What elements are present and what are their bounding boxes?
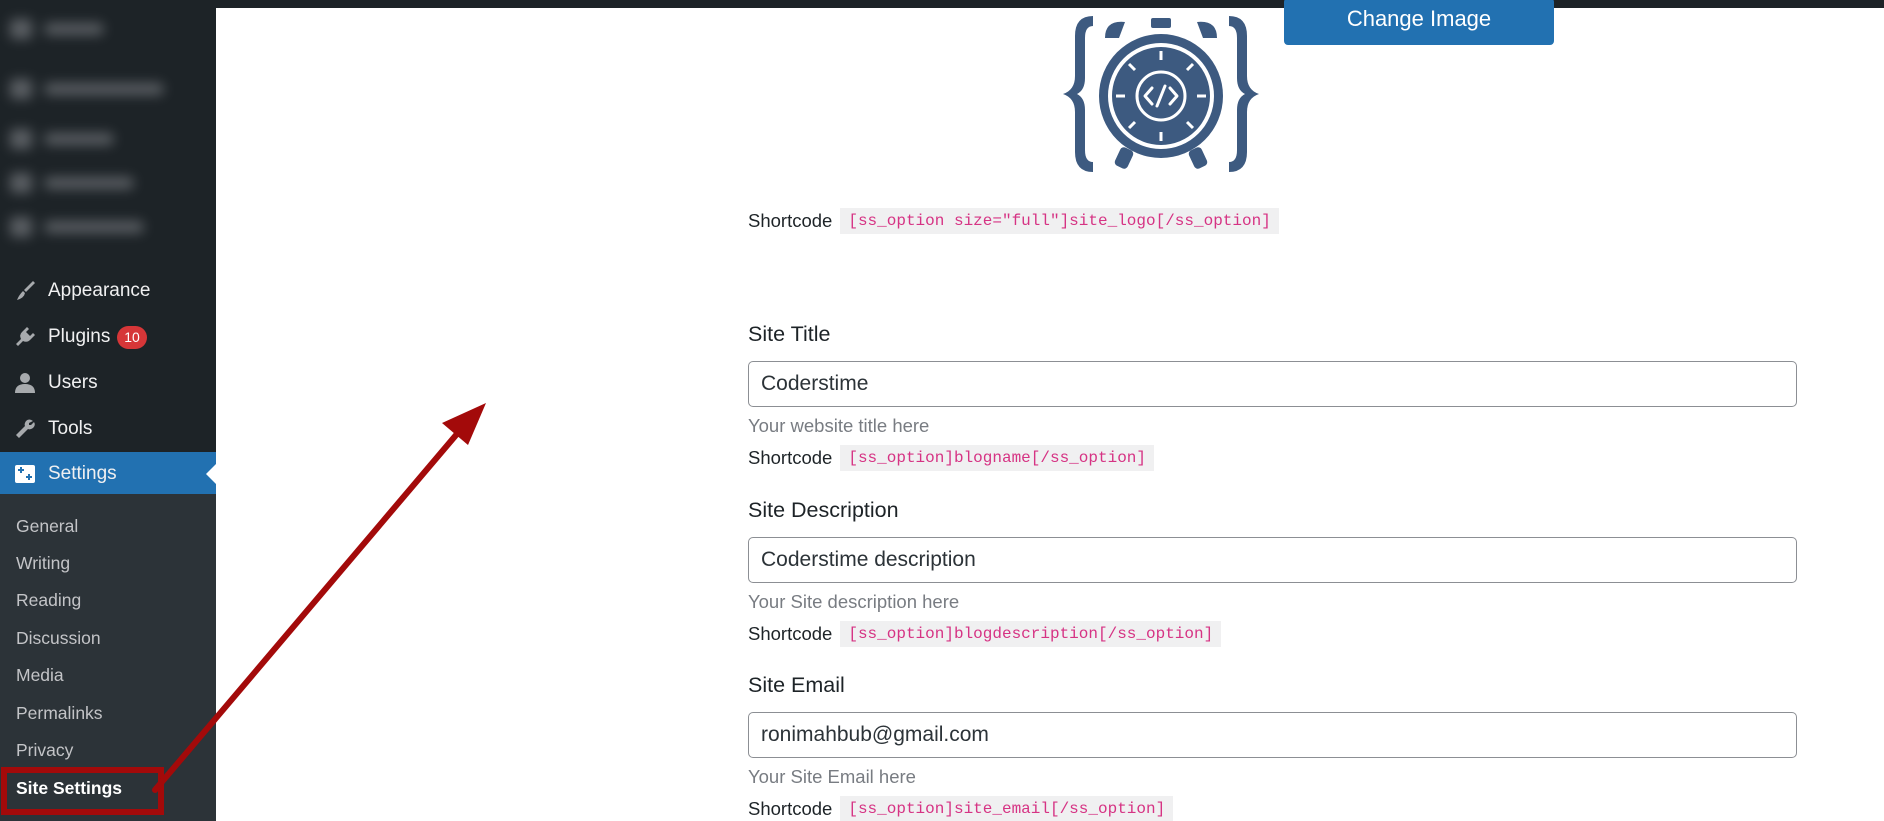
submenu-item-media[interactable]: Media (16, 665, 64, 686)
submenu-item-general[interactable]: General (16, 516, 78, 537)
shortcode-label: Shortcode (748, 447, 833, 468)
admin-top-bar (0, 0, 1884, 8)
submenu-item-privacy[interactable]: Privacy (16, 740, 73, 761)
shortcode-label: Shortcode (748, 623, 833, 644)
menu-label: Tools (48, 418, 93, 439)
site-logo-image (1063, 16, 1259, 172)
settings-sliders-icon (12, 461, 38, 487)
site-description-help: Your Site description here (748, 591, 960, 612)
site-email-shortcode: [ss_option]site_email[/ss_option] (840, 796, 1174, 821)
site-settings-panel: Change Image Shortcode [ss_option size="… (216, 0, 1884, 821)
site-email-help: Your Site Email here (748, 766, 916, 787)
admin-sidebar: Appearance Plugins 10 Users Tools Settin… (0, 0, 216, 821)
site-description-shortcode-row: Shortcode [ss_option]blogdescription[/ss… (748, 621, 1222, 647)
menu-label: Plugins (48, 326, 111, 347)
site-email-input[interactable] (748, 712, 1797, 758)
update-count-badge: 10 (117, 326, 147, 349)
menu-label: Appearance (48, 280, 151, 301)
menu-item-users[interactable]: Users (0, 361, 216, 405)
site-email-shortcode-row: Shortcode [ss_option]site_email[/ss_opti… (748, 796, 1174, 821)
site-title-label: Site Title (748, 322, 831, 346)
logo-shortcode: [ss_option size="full"]site_logo[/ss_opt… (840, 208, 1279, 234)
shortcode-label: Shortcode (748, 798, 833, 819)
site-email-label: Site Email (748, 673, 845, 697)
submenu-item-writing[interactable]: Writing (16, 553, 70, 574)
wrench-icon (12, 416, 38, 442)
paintbrush-icon (12, 278, 38, 304)
site-description-shortcode: [ss_option]blogdescription[/ss_option] (840, 621, 1222, 647)
site-title-shortcode-row: Shortcode [ss_option]blogname[/ss_option… (748, 445, 1154, 471)
site-title-help: Your website title here (748, 415, 930, 436)
menu-item-plugins[interactable]: Plugins 10 (0, 315, 216, 359)
site-title-input[interactable] (748, 361, 1797, 407)
site-title-shortcode: [ss_option]blogname[/ss_option] (840, 445, 1154, 471)
menu-item-settings[interactable]: Settings (0, 452, 216, 496)
change-image-button[interactable]: Change Image (1284, 0, 1554, 45)
site-description-input[interactable] (748, 537, 1797, 583)
shortcode-label: Shortcode (748, 210, 833, 231)
site-description-label: Site Description (748, 498, 899, 522)
blurred-menu-section (0, 0, 216, 255)
plugin-icon (12, 324, 38, 350)
highlight-box (1, 767, 164, 815)
submenu-item-reading[interactable]: Reading (16, 590, 81, 611)
menu-label: Users (48, 372, 98, 393)
submenu-item-permalinks[interactable]: Permalinks (16, 703, 103, 724)
menu-item-tools[interactable]: Tools (0, 407, 216, 451)
menu-label: Settings (48, 463, 117, 484)
menu-item-appearance[interactable]: Appearance (0, 269, 216, 313)
logo-shortcode-row: Shortcode [ss_option size="full"]site_lo… (748, 208, 1279, 234)
user-icon (12, 370, 38, 396)
submenu-item-discussion[interactable]: Discussion (16, 628, 101, 649)
